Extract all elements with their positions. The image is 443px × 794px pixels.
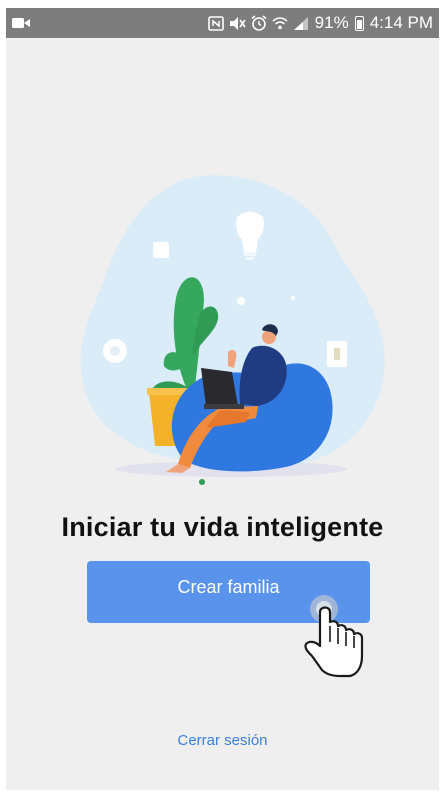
nfc-icon [207, 15, 224, 31]
light-bulb-icon [236, 211, 264, 260]
create-family-label: Crear familia [177, 576, 280, 597]
logout-link[interactable]: Cerrar sesión [6, 732, 439, 749]
alarm-icon [251, 15, 267, 31]
clock: 4:14 PM [369, 13, 433, 32]
battery-icon [354, 15, 364, 31]
signal-icon [293, 16, 309, 31]
sensor-dot [237, 297, 245, 305]
plant-pot [149, 392, 196, 446]
cactus-plant [152, 277, 219, 399]
floor-shadow [115, 461, 347, 477]
wifi-icon [272, 16, 288, 30]
person-with-laptop [166, 324, 287, 473]
wall-switch-icon [327, 341, 347, 367]
illustration-blob [80, 175, 385, 468]
video-camera-icon [12, 17, 30, 29]
smart-plug-icon [153, 242, 169, 258]
battery-percent: 91% [314, 13, 349, 32]
app-screen: 91% 4:14 PM Iniciar tu vida inteligente … [6, 8, 439, 790]
beanbag-chair [171, 363, 333, 472]
create-family-button[interactable]: Crear familia [87, 561, 370, 623]
smart-home-illustration [80, 175, 385, 485]
status-bar: 91% 4:14 PM [6, 8, 439, 38]
page-title: Iniciar tu vida inteligente [61, 512, 384, 542]
carousel-indicator [199, 479, 205, 485]
smart-speaker-icon [103, 339, 127, 363]
mute-icon [229, 16, 246, 31]
